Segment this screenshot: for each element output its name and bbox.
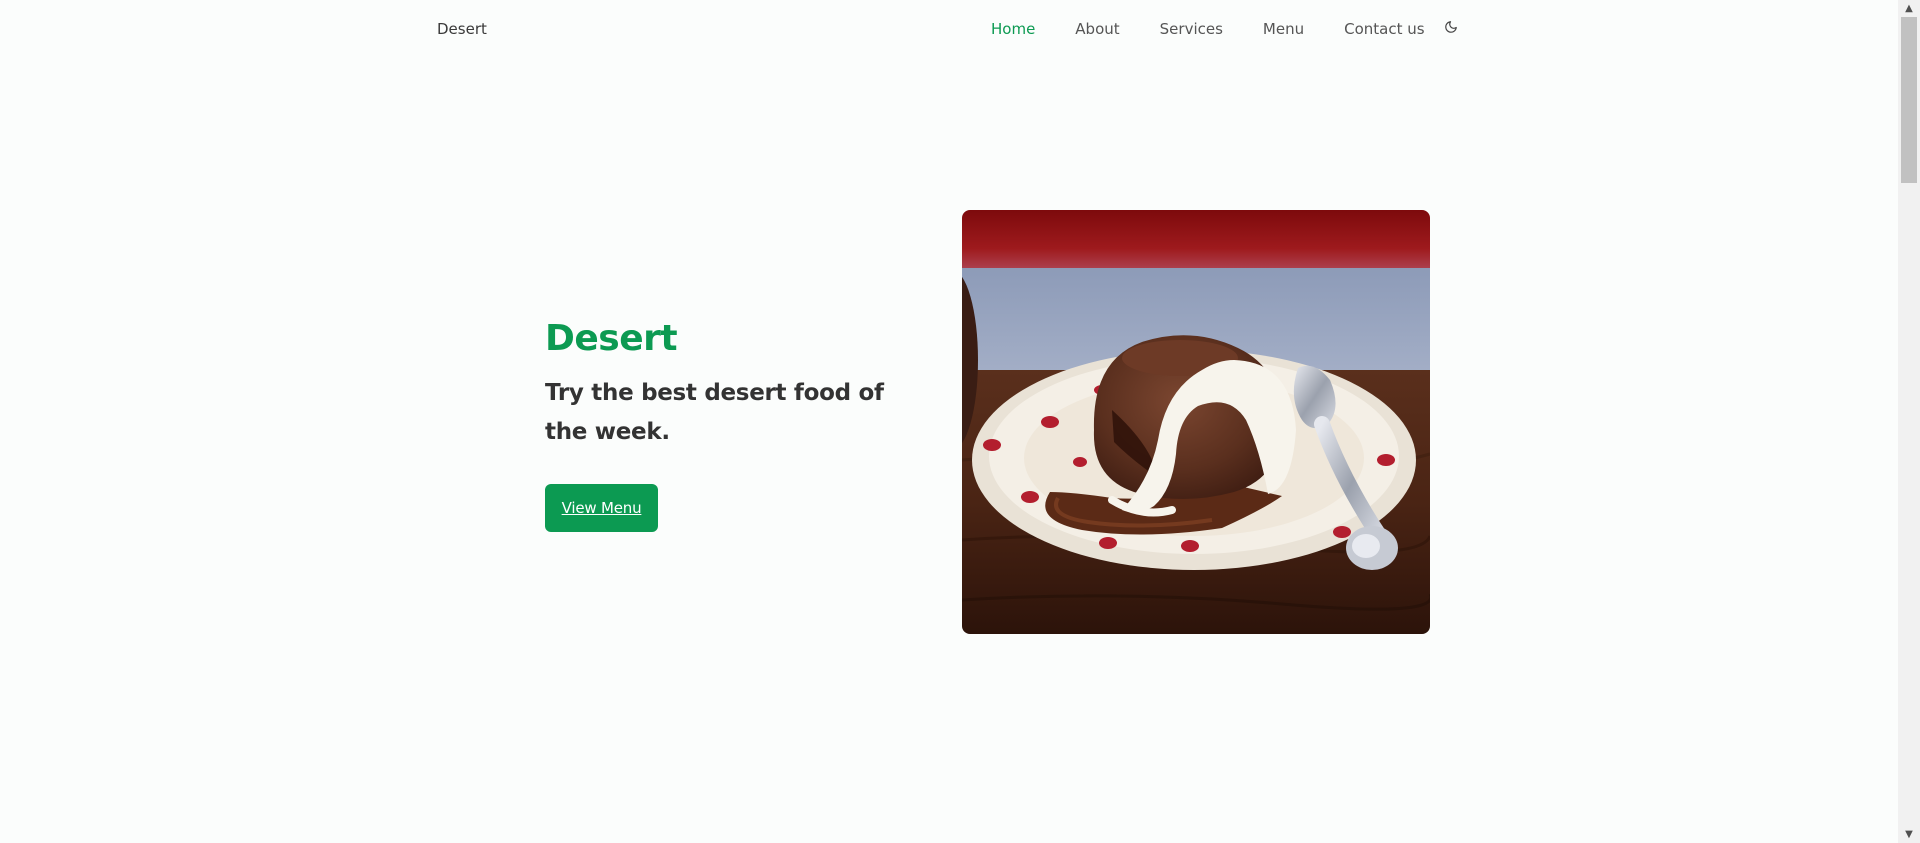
nav-link-services[interactable]: Services — [1160, 20, 1223, 38]
hero-title: Desert — [545, 318, 678, 359]
page: Desert Home About Services Menu Contact … — [0, 0, 1920, 843]
view-menu-button[interactable]: View Menu — [545, 484, 658, 532]
scroll-up-arrow-icon[interactable]: ▲ — [1898, 0, 1920, 17]
logo-link[interactable]: Desert — [437, 20, 487, 38]
nav-link-about[interactable]: About — [1075, 20, 1119, 38]
hero-text: Desert Try the best desert food of the w… — [545, 312, 905, 532]
moon-icon[interactable] — [1443, 19, 1459, 35]
scroll-down-arrow-icon[interactable]: ▼ — [1898, 826, 1920, 843]
site-header: Desert Home About Services Menu Contact … — [0, 0, 1898, 60]
scroll-thumb[interactable] — [1901, 17, 1917, 183]
nav-link-contact[interactable]: Contact us — [1344, 20, 1424, 38]
hero-image — [962, 210, 1430, 634]
nav-link-home[interactable]: Home — [991, 20, 1035, 38]
main-nav: Home About Services Menu Contact us — [991, 20, 1459, 38]
hero-description: Try the best desert food of the week. — [545, 380, 884, 445]
vertical-scrollbar[interactable]: ▲ ▼ — [1898, 0, 1920, 843]
nav-link-menu[interactable]: Menu — [1263, 20, 1304, 38]
